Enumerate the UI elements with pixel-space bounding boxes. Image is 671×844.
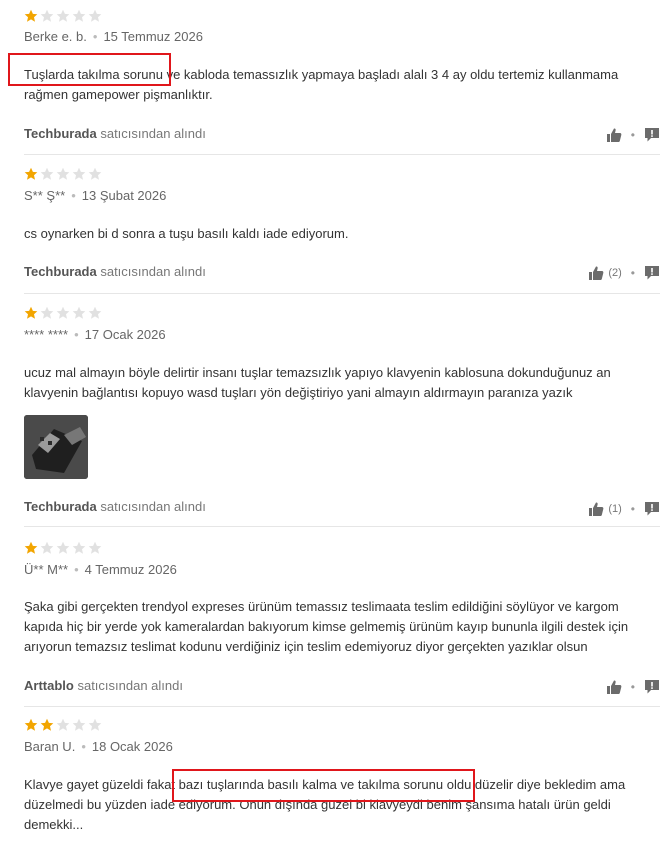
seller-suffix: satıcısından alındı (100, 126, 206, 141)
star-filled-icon (24, 541, 38, 555)
seller-suffix: satıcısından alındı (100, 264, 206, 279)
review-actions: • (606, 679, 660, 695)
star-empty-icon (40, 306, 54, 320)
like-count: (2) (608, 267, 622, 279)
review-date: 4 Temmuz 2026 (84, 562, 177, 577)
meta-separator: • (74, 562, 79, 577)
keyboard-photo-icon (24, 415, 88, 479)
seller-name[interactable]: Techburada (24, 499, 97, 514)
star-empty-icon (88, 167, 102, 181)
review-photo-thumbnail[interactable] (24, 415, 88, 479)
review-actions: (1) • (588, 501, 660, 517)
review-card: Ü** M** • 4 Temmuz 2026 Şaka gibi gerçekte… (24, 541, 660, 706)
action-separator: • (630, 266, 635, 280)
star-filled-icon (24, 9, 38, 23)
star-empty-icon (72, 9, 86, 23)
star-empty-icon (56, 541, 70, 555)
report-icon[interactable] (644, 679, 660, 695)
thumbs-up-icon[interactable] (606, 127, 622, 143)
rating-stars (24, 718, 102, 732)
star-empty-icon (72, 718, 86, 732)
star-empty-icon (40, 541, 54, 555)
action-separator: • (630, 128, 635, 142)
star-empty-icon (56, 718, 70, 732)
review-card: S** Ş** • 13 Şubat 2026 cs oynarken bi d s… (24, 167, 660, 293)
star-empty-icon (72, 306, 86, 320)
star-empty-icon (56, 306, 70, 320)
seller-info: Techburada satıcısından alındı (24, 126, 206, 141)
report-icon[interactable] (644, 501, 660, 517)
divider (24, 293, 660, 294)
review-date: 15 Temmuz 2026 (103, 29, 203, 44)
report-icon[interactable] (644, 127, 660, 143)
rating-stars (24, 541, 102, 555)
thumbs-up-icon[interactable] (588, 501, 604, 517)
review-text: cs oynarken bi d sonra a tuşu basılı kal… (24, 226, 349, 241)
review-actions: (2) • (588, 265, 660, 281)
rating-stars (24, 9, 102, 23)
review-meta: Berke e. b. • 15 Temmuz 2026 (24, 29, 203, 44)
action-separator: • (630, 502, 635, 516)
review-date: 13 Şubat 2026 (81, 188, 167, 203)
star-empty-icon (88, 306, 102, 320)
meta-separator: • (92, 29, 98, 44)
meta-separator: • (71, 188, 76, 203)
review-author: Berke e. b. (24, 29, 87, 44)
star-filled-icon (24, 718, 38, 732)
review-meta: Baran U. • 18 Ocak 2026 (24, 739, 173, 754)
seller-info: Techburada satıcısından alındı (24, 499, 206, 514)
thumbs-up-icon[interactable] (606, 679, 622, 695)
rating-stars (24, 167, 102, 181)
seller-info: Techburada satıcısından alındı (24, 264, 206, 279)
star-empty-icon (72, 541, 86, 555)
star-filled-icon (24, 306, 38, 320)
review-date: 18 Ocak 2026 (91, 739, 173, 754)
highlight-box (172, 769, 475, 802)
review-actions: • (606, 127, 660, 143)
star-empty-icon (56, 167, 70, 181)
divider (24, 154, 660, 155)
seller-name[interactable]: Techburada (24, 126, 97, 141)
star-filled-icon (24, 167, 38, 181)
review-meta: **** **** • 17 Ocak 2026 (24, 327, 166, 342)
like-count: (1) (608, 503, 622, 515)
action-separator: • (630, 680, 635, 694)
divider (24, 526, 660, 527)
review-author: S** Ş** (24, 188, 66, 203)
review-meta: Ü** M** • 4 Temmuz 2026 (24, 562, 177, 577)
review-meta: S** Ş** • 13 Şubat 2026 (24, 188, 166, 203)
seller-suffix: satıcısından alındı (100, 499, 206, 514)
star-empty-icon (40, 167, 54, 181)
star-empty-icon (40, 9, 54, 23)
review-author: Baran U. (24, 739, 76, 754)
star-empty-icon (88, 541, 102, 555)
divider (24, 706, 660, 707)
review-author: Ü** M** (24, 562, 69, 577)
meta-separator: • (74, 327, 79, 342)
star-empty-icon (88, 9, 102, 23)
review-author: **** **** (24, 327, 69, 342)
rating-stars (24, 306, 102, 320)
seller-name[interactable]: Arttablo (24, 678, 74, 693)
highlight-box (8, 53, 171, 86)
seller-info: Arttablo satıcısından alındı (24, 678, 183, 693)
review-date: 17 Ocak 2026 (84, 327, 166, 342)
star-empty-icon (56, 9, 70, 23)
seller-name[interactable]: Techburada (24, 264, 97, 279)
star-empty-icon (88, 718, 102, 732)
review-text: ucuz mal almayın böyle delirtir insanı t… (24, 365, 611, 400)
star-filled-icon (40, 718, 54, 732)
report-icon[interactable] (644, 265, 660, 281)
star-empty-icon (72, 167, 86, 181)
review-text: Şaka gibi gerçekten trendyol expreses ür… (24, 599, 629, 654)
thumbs-up-icon[interactable] (588, 265, 604, 281)
review-card: **** **** • 17 Ocak 2026 ucuz mal almayın … (24, 306, 660, 526)
seller-suffix: satıcısından alındı (77, 678, 183, 693)
meta-separator: • (81, 739, 86, 754)
